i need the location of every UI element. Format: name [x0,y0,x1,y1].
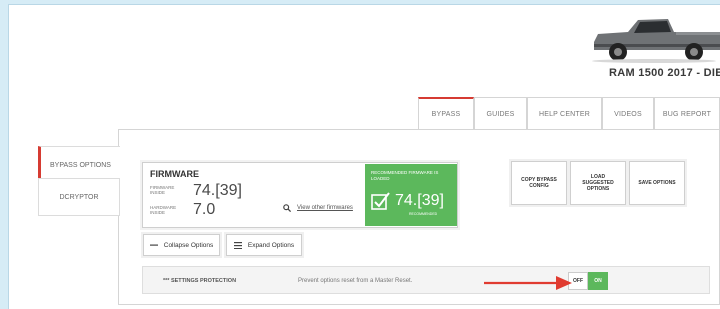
tab-bypass[interactable]: BYPASS [418,97,474,130]
search-icon [283,204,291,212]
truck-image [592,19,720,63]
tab-guides[interactable]: GUIDES [474,97,527,130]
list-icon [233,241,242,249]
settings-protection-toggle[interactable]: OFF ON [568,272,612,290]
tab-videos[interactable]: VIDEOS [602,97,654,130]
checkbox-checked-icon [371,192,390,210]
save-options-button[interactable]: SAVE OPTIONS [629,161,685,205]
view-other-firmwares-link[interactable]: View other firmwares [283,204,353,212]
tab-help-center[interactable]: HELP CENTER [527,97,602,130]
settings-protection-row: *** SETTINGS PROTECTION Prevent options … [142,266,710,294]
expand-options-label: Expand Options [247,241,295,249]
recommended-value: 74.[39] [395,192,444,209]
firmware-title: FIRMWARE [150,169,199,179]
load-suggested-options-button[interactable]: LOAD SUGGESTED OPTIONS [570,161,626,205]
collapse-options-button[interactable]: Collapse Options [143,234,220,256]
hardware-value: 7.0 [193,201,216,218]
settings-protection-description: Prevent options reset from a Master Rese… [298,278,413,284]
toggle-on-button[interactable]: ON [588,272,608,290]
expand-options-button[interactable]: Expand Options [226,234,302,256]
view-other-firmwares-label: View other firmwares [297,205,353,211]
copy-bypass-config-button[interactable]: COPY BYPASS CONFIG [511,161,567,205]
firmware-label: FIRMWARE INSIDE [150,185,175,195]
annotation-arrow-icon [484,276,572,290]
recommended-sub-label: RECOMMENDED [409,212,438,216]
vehicle-title: RAM 1500 2017 - DIESE [609,67,720,79]
tab-bug-report[interactable]: BUG REPORT [654,97,720,130]
hardware-label: HARDWARE INSIDE [150,205,177,215]
collapse-options-label: Collapse Options [163,241,214,249]
minus-icon [149,244,158,246]
firmware-value: 74.[39] [193,182,242,199]
sidebar-item-dcryptor[interactable]: DCRYPTOR [38,178,120,216]
settings-protection-title: *** SETTINGS PROTECTION [163,278,237,284]
recommended-firmware-badge: RECOMMENDED FIRMWARE IS LOADED 74.[39] R… [365,164,457,226]
recommended-label: RECOMMENDED FIRMWARE IS LOADED [371,170,439,181]
firmware-card: FIRMWARE FIRMWARE INSIDE 74.[39] HARDWAR… [142,162,458,228]
